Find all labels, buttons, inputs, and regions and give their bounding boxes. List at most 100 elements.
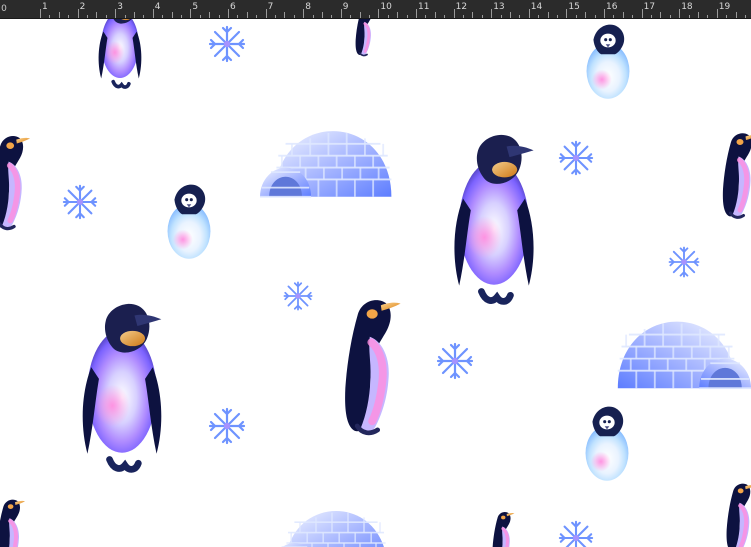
penguin-top-left xyxy=(99,19,142,87)
ruler-label: 3 xyxy=(117,2,123,12)
snowflake-upper-left xyxy=(208,25,246,63)
ruler-minor-tick xyxy=(575,15,577,18)
penguin-chick-top-right xyxy=(586,24,630,99)
ruler-label: 5 xyxy=(192,2,199,12)
ruler-minor-tick xyxy=(322,12,323,18)
snowflake-right xyxy=(668,246,700,278)
ruler-major-tick xyxy=(491,9,493,18)
snowflake-lower-center xyxy=(436,342,474,380)
penguin-chick-lower-right xyxy=(585,406,629,481)
ruler-minor-tick xyxy=(500,15,502,18)
ruler-label: 7 xyxy=(267,2,274,12)
ruler-label: 11 xyxy=(418,2,430,12)
ruler-minor-tick xyxy=(237,15,239,18)
ruler-label: 17 xyxy=(643,2,656,12)
penguin-bottom-left-edge xyxy=(0,500,25,547)
snowflake-left xyxy=(62,184,98,220)
ruler-major-tick xyxy=(265,9,267,18)
horizontal-ruler[interactable]: 0 1 2 3 4 5 6 7 8 9 10 11 12 13 14 15 16 17 18 19 xyxy=(0,0,751,19)
ruler-minor-tick xyxy=(387,15,389,18)
ruler-label: 14 xyxy=(530,2,543,12)
ruler-label: 10 xyxy=(380,2,392,12)
ruler-label: 2 xyxy=(79,2,86,12)
ruler-minor-tick xyxy=(425,15,427,18)
ruler-major-tick xyxy=(77,9,79,18)
ruler-minor-tick xyxy=(209,12,211,18)
penguin-bottom-center xyxy=(493,512,515,547)
ruler-minor-tick xyxy=(698,12,699,18)
igloo-top xyxy=(260,130,393,198)
document-canvas[interactable] xyxy=(0,19,751,547)
ruler-major-tick xyxy=(228,9,229,18)
ruler-minor-tick xyxy=(613,15,615,18)
ruler-minor-tick xyxy=(218,15,220,18)
ruler-major-tick xyxy=(378,9,380,18)
ruler-label: 4 xyxy=(154,2,161,12)
penguin-lower-center xyxy=(345,300,400,433)
ruler-major-tick xyxy=(303,9,305,18)
ruler-minor-tick xyxy=(171,12,173,18)
ruler-minor-tick xyxy=(369,15,370,18)
ruler-minor-tick xyxy=(481,15,483,18)
ruler-minor-tick xyxy=(350,15,352,18)
ruler-minor-tick xyxy=(68,15,70,18)
ruler-minor-tick xyxy=(312,15,314,18)
ruler-minor-tick xyxy=(58,12,60,18)
ruler-minor-tick xyxy=(134,12,135,18)
pattern-artwork xyxy=(0,19,751,547)
ruler-minor-tick xyxy=(688,15,690,18)
snowflake-center xyxy=(283,281,313,311)
ruler-major-tick xyxy=(604,9,605,18)
ruler-minor-tick xyxy=(181,15,182,18)
ruler-minor-tick xyxy=(256,15,258,18)
penguin-top-center xyxy=(356,19,376,56)
ruler-major-tick xyxy=(152,9,154,18)
ruler-label: 13 xyxy=(493,2,505,12)
ruler-label: 12 xyxy=(455,2,468,12)
ruler-minor-tick xyxy=(434,12,436,18)
ruler-minor-tick xyxy=(557,15,558,18)
ruler-minor-tick xyxy=(444,15,446,18)
ruler-minor-tick xyxy=(547,12,549,18)
ruler-minor-tick xyxy=(199,15,201,18)
ruler-minor-tick xyxy=(397,12,399,18)
penguin-edge-left xyxy=(0,136,30,229)
penguin-lower-left xyxy=(83,304,162,469)
ruler-major-tick xyxy=(528,9,530,18)
igloo-bottom xyxy=(271,510,389,547)
ruler-minor-tick xyxy=(622,12,624,18)
ruler-label: 6 xyxy=(230,2,236,12)
ruler-major-tick xyxy=(641,9,643,18)
ruler-minor-tick xyxy=(735,12,737,18)
ruler-minor-tick xyxy=(162,15,164,18)
ruler-minor-tick xyxy=(293,15,295,18)
ruler-minor-tick xyxy=(585,12,587,18)
ruler-minor-tick xyxy=(275,15,276,18)
ruler-minor-tick xyxy=(124,15,126,18)
ruler-minor-tick xyxy=(406,15,408,18)
ruler-minor-tick xyxy=(96,12,98,18)
snowflake-right-top xyxy=(558,140,594,176)
ruler-major-tick xyxy=(453,9,455,18)
ruler-minor-tick xyxy=(726,15,728,18)
ruler-label: 8 xyxy=(305,2,311,12)
ruler-label: 9 xyxy=(342,2,349,12)
penguin-chick-left xyxy=(167,184,211,259)
ruler-minor-tick xyxy=(510,12,511,18)
igloo-lower-right xyxy=(616,320,751,390)
ruler-origin-label: 0 xyxy=(1,4,7,14)
ruler-label: 18 xyxy=(681,2,693,12)
ruler-label: 15 xyxy=(568,2,580,12)
snowflake-bottom-right xyxy=(558,520,594,547)
ruler-minor-tick xyxy=(331,15,333,18)
ruler-major-tick xyxy=(679,9,681,18)
ruler-minor-tick xyxy=(49,15,51,18)
ruler-minor-tick xyxy=(538,15,540,18)
ruler-minor-tick xyxy=(651,15,652,18)
ruler-minor-tick xyxy=(246,12,248,18)
ruler-minor-tick xyxy=(87,15,88,18)
ruler-major-tick xyxy=(716,9,718,18)
penguin-center-large xyxy=(454,135,533,302)
ruler-minor-tick xyxy=(669,15,671,18)
ruler-minor-tick xyxy=(632,15,634,18)
